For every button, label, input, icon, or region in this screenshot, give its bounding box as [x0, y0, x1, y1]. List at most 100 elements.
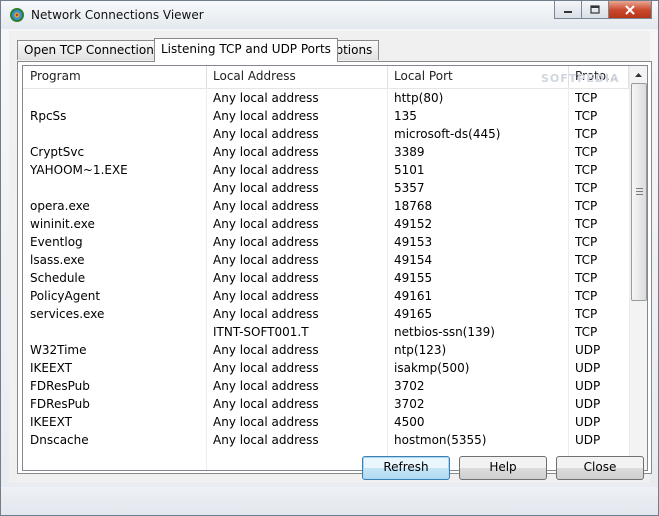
local-address-cell: Any local address: [213, 199, 319, 213]
table-row[interactable]: Schedule Any local address 49155 TCP: [23, 269, 629, 287]
program-cell: Schedule: [30, 271, 86, 285]
table-row[interactable]: YAHOOM~1.EXE Any local address 5101 TCP: [23, 161, 629, 179]
table-row[interactable]: FDResPub Any local address 3702 UDP: [23, 395, 629, 413]
program-cell: [30, 323, 202, 341]
tab-open-tcp-connections[interactable]: Open TCP Connections: [17, 40, 168, 60]
local-port-cell: netbios-ssn(139): [394, 325, 495, 339]
tab-listening-ports[interactable]: Listening TCP and UDP Ports: [154, 38, 338, 62]
local-port-cell: ntp(123): [394, 343, 447, 357]
local-address-cell: ITNT-SOFT001.T: [213, 325, 309, 339]
program-cell: IKEEXT: [30, 361, 72, 375]
network-app-icon: [10, 8, 24, 22]
close-button[interactable]: Close: [556, 456, 644, 480]
minimize-button[interactable]: [554, 1, 582, 19]
protocol-cell: UDP: [575, 397, 601, 411]
table-row[interactable]: IKEEXT Any local address 4500 UDP: [23, 413, 629, 431]
table-row[interactable]: Any local address microsoft-ds(445) TCP: [23, 125, 629, 143]
local-port-cell: 49153: [394, 235, 433, 249]
protocol-cell: TCP: [575, 127, 598, 141]
protocol-cell: UDP: [575, 361, 601, 375]
local-port-cell: microsoft-ds(445): [394, 127, 501, 141]
tab-panel: Program Local Address Local Port Proto..…: [17, 61, 652, 474]
maximize-button[interactable]: [582, 1, 609, 19]
table-row[interactable]: opera.exe Any local address 18768 TCP: [23, 197, 629, 215]
program-cell: RpcSs: [30, 109, 67, 123]
column-header-program[interactable]: Program: [23, 66, 207, 88]
table-row[interactable]: FDResPub Any local address 3702 UDP: [23, 377, 629, 395]
protocol-cell: TCP: [575, 217, 598, 231]
title-bar[interactable]: Network Connections Viewer: [1, 1, 658, 29]
grip-line: [636, 191, 643, 192]
table-row[interactable]: IKEEXT Any local address isakmp(500) UDP: [23, 359, 629, 377]
program-cell: services.exe: [30, 307, 105, 321]
protocol-cell: TCP: [575, 163, 598, 177]
table-row[interactable]: ITNT-SOFT001.T netbios-ssn(139) TCP: [23, 323, 629, 341]
local-address-cell: Any local address: [213, 127, 319, 141]
local-address-cell: Any local address: [213, 307, 319, 321]
protocol-cell: TCP: [575, 235, 598, 249]
local-address-cell: Any local address: [213, 397, 319, 411]
protocol-cell: UDP: [575, 415, 601, 429]
help-button[interactable]: Help: [459, 456, 547, 480]
list-header: Program Local Address Local Port Proto..…: [23, 66, 629, 89]
table-row[interactable]: Dnscache Any local address hostmon(5355) UD…: [23, 431, 629, 449]
local-address-cell: Any local address: [213, 361, 319, 375]
program-cell: wininit.exe: [30, 217, 95, 231]
local-port-cell: 3389: [394, 145, 425, 159]
protocol-cell: TCP: [575, 289, 598, 303]
scroll-up-button[interactable]: [630, 66, 647, 83]
local-address-cell: Any local address: [213, 91, 319, 105]
local-port-cell: 49165: [394, 307, 433, 321]
protocol-cell: TCP: [575, 325, 598, 339]
table-row[interactable]: W32Time Any local address ntp(123) UDP: [23, 341, 629, 359]
program-cell: CryptSvc: [30, 145, 85, 159]
refresh-button[interactable]: Refresh: [362, 456, 450, 480]
protocol-cell: TCP: [575, 199, 598, 213]
grip-line: [636, 194, 643, 195]
local-address-cell: Any local address: [213, 145, 319, 159]
program-cell: [30, 89, 202, 107]
table-row[interactable]: RpcSs Any local address 135 TCP: [23, 107, 629, 125]
protocol-cell: UDP: [575, 343, 601, 357]
protocol-cell: UDP: [575, 433, 601, 447]
ports-list[interactable]: Program Local Address Local Port Proto..…: [22, 65, 648, 471]
local-address-cell: Any local address: [213, 235, 319, 249]
local-address-cell: Any local address: [213, 433, 319, 447]
local-port-cell: isakmp(500): [394, 361, 470, 375]
local-address-cell: Any local address: [213, 271, 319, 285]
table-row[interactable]: services.exe Any local address 49165 TCP: [23, 305, 629, 323]
table-row[interactable]: wininit.exe Any local address 49152 TCP: [23, 215, 629, 233]
program-cell: IKEEXT: [30, 415, 72, 429]
program-cell: [30, 179, 202, 197]
main-window: Network Connections Viewer Open TCP Conn…: [0, 0, 659, 516]
scrollbar-thumb[interactable]: [631, 83, 647, 301]
local-port-cell: hostmon(5355): [394, 433, 487, 447]
program-cell: YAHOOM~1.EXE: [30, 163, 128, 177]
protocol-cell: TCP: [575, 181, 598, 195]
table-row[interactable]: Any local address http(80) TCP: [23, 89, 629, 107]
program-cell: W32Time: [30, 343, 87, 357]
local-address-cell: Any local address: [213, 181, 319, 195]
table-row[interactable]: PolicyAgent Any local address 49161 TCP: [23, 287, 629, 305]
protocol-cell: TCP: [575, 109, 598, 123]
close-window-button[interactable]: [609, 1, 652, 19]
program-cell: PolicyAgent: [30, 289, 101, 303]
status-bar: [1, 487, 658, 515]
protocol-cell: UDP: [575, 379, 601, 393]
local-port-cell: 3702: [394, 397, 425, 411]
local-port-cell: 18768: [394, 199, 433, 213]
list-rows: Any local address http(80) TCP RpcSs Any lo…: [23, 89, 629, 449]
close-icon: [625, 4, 635, 15]
window-controls: [554, 1, 652, 19]
local-port-cell: 49161: [394, 289, 433, 303]
column-header-local-address[interactable]: Local Address: [206, 66, 388, 88]
program-cell: FDResPub: [30, 379, 90, 393]
local-address-cell: Any local address: [213, 379, 319, 393]
table-row[interactable]: Eventlog Any local address 49153 TCP: [23, 233, 629, 251]
vertical-scrollbar[interactable]: [629, 66, 647, 470]
protocol-cell: TCP: [575, 253, 598, 267]
table-row[interactable]: lsass.exe Any local address 49154 TCP: [23, 251, 629, 269]
table-row[interactable]: Any local address 5357 TCP: [23, 179, 629, 197]
local-address-cell: Any local address: [213, 415, 319, 429]
table-row[interactable]: CryptSvc Any local address 3389 TCP: [23, 143, 629, 161]
